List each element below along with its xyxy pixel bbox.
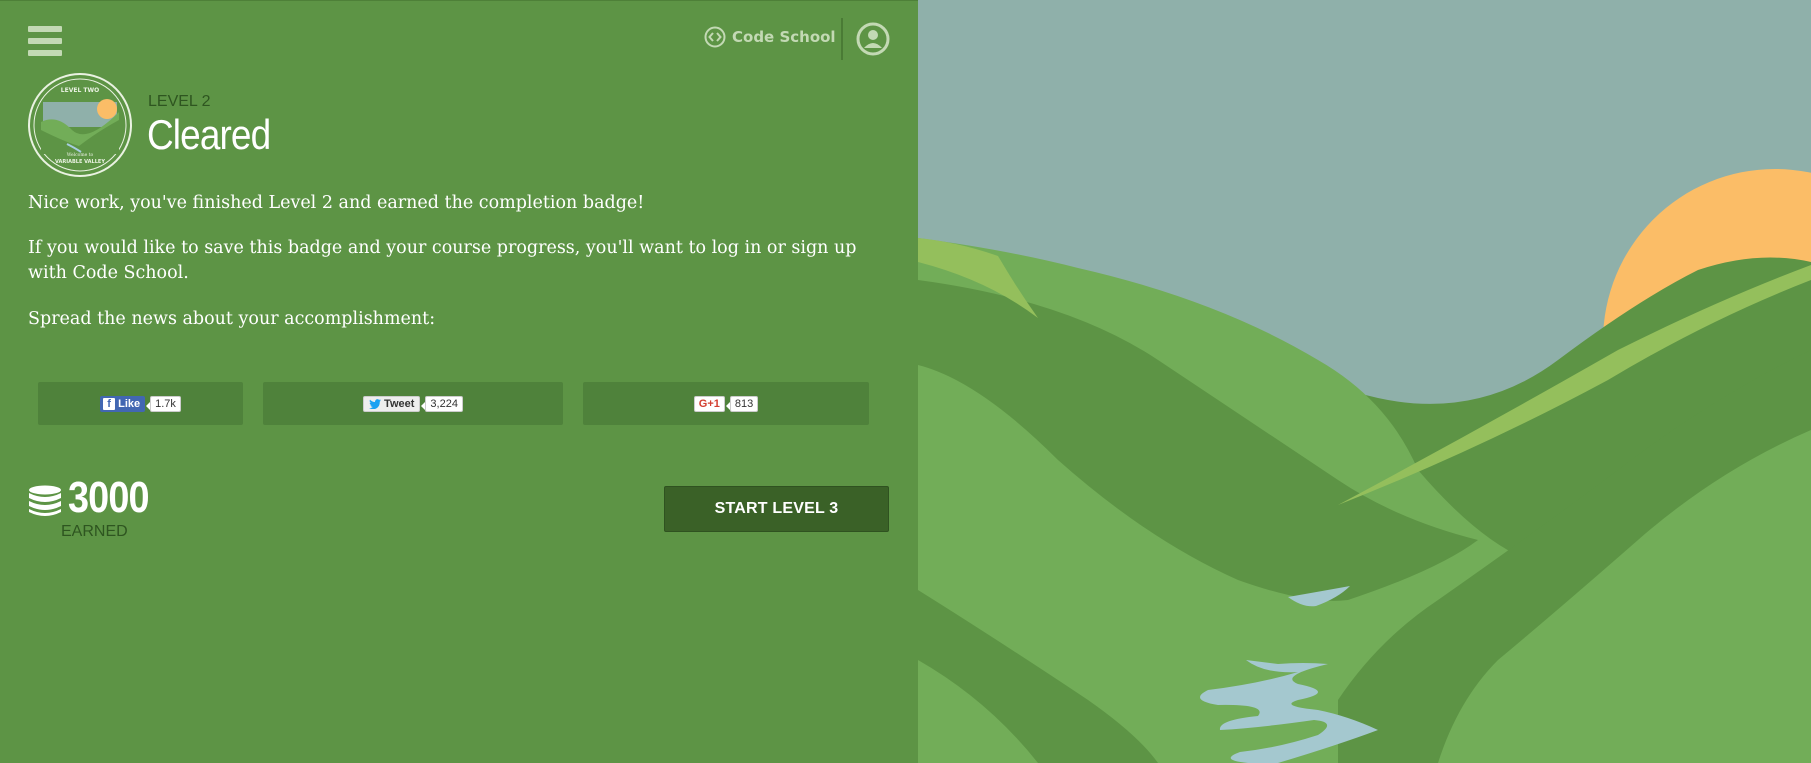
facebook-like-label: Like bbox=[118, 397, 141, 410]
facebook-icon: f bbox=[103, 397, 116, 410]
level-label: LEVEL 2 bbox=[148, 93, 211, 110]
facebook-share-box[interactable]: f Like 1.7k bbox=[38, 382, 243, 425]
valley-landscape-illustration bbox=[918, 0, 1811, 763]
badge-top-text: LEVEL TWO bbox=[61, 87, 99, 94]
level-badge: LEVEL TWO Welcome to VARIABLE VALLEY bbox=[28, 73, 132, 177]
hamburger-menu-icon[interactable] bbox=[28, 26, 62, 56]
header-divider bbox=[841, 18, 843, 60]
coin-stack-icon bbox=[29, 485, 61, 516]
share-prompt: Spread the news about your accomplishmen… bbox=[28, 309, 436, 329]
user-avatar-icon[interactable] bbox=[856, 22, 890, 56]
points-value: 3000 bbox=[68, 473, 150, 522]
badge-name-text: VARIABLE VALLEY bbox=[55, 159, 105, 165]
twitter-bird-icon bbox=[369, 398, 382, 409]
completion-message: Nice work, you've finished Level 2 and e… bbox=[28, 193, 645, 213]
tweet-count: 3,224 bbox=[421, 395, 463, 412]
facebook-like-count: 1.7k bbox=[146, 395, 181, 412]
points-earned-label: EARNED bbox=[61, 523, 128, 540]
page-title: Cleared bbox=[147, 111, 271, 158]
tweet-button[interactable]: Tweet bbox=[363, 395, 421, 412]
level-complete-panel: Code School LEVEL TWO Welcome to VARIABL… bbox=[0, 0, 918, 763]
facebook-like-button[interactable]: f Like bbox=[100, 395, 146, 412]
code-school-icon bbox=[704, 26, 726, 48]
badge-sub-text: Welcome to bbox=[67, 152, 94, 158]
save-progress-message: If you would like to save this badge and… bbox=[28, 238, 857, 283]
code-school-logo[interactable]: Code School bbox=[704, 25, 836, 49]
tweet-label: Tweet bbox=[384, 397, 415, 410]
twitter-share-box[interactable]: Tweet 3,224 bbox=[263, 382, 563, 425]
google-plus-share-box[interactable]: G+1 813 bbox=[583, 382, 869, 425]
start-next-level-button[interactable]: START LEVEL 3 bbox=[664, 486, 889, 532]
brand-name: Code School bbox=[732, 28, 836, 46]
google-plus-one-button[interactable]: G+1 bbox=[693, 395, 725, 412]
google-plus-count: 813 bbox=[725, 395, 759, 412]
